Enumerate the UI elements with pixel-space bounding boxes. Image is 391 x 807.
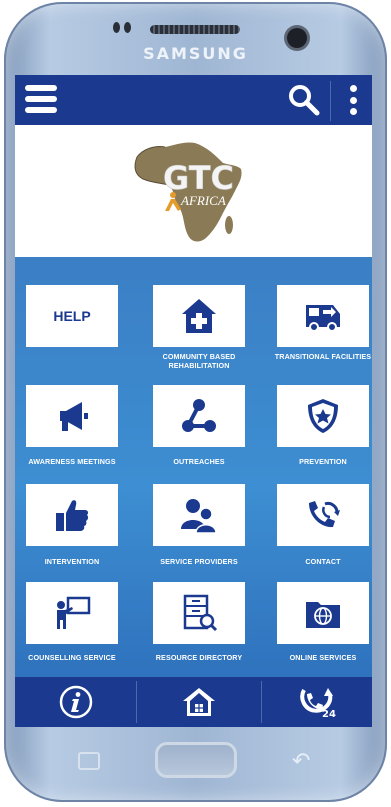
- speaker-grille: [150, 25, 240, 34]
- toolbar-divider: [330, 81, 331, 121]
- support-badge: 24: [322, 709, 336, 720]
- share-nodes-icon: [182, 399, 216, 432]
- medical-house-icon: [182, 299, 216, 333]
- sensor-dots: [113, 22, 131, 34]
- contact-label: CONTACT: [305, 557, 341, 566]
- bottom-navigation: 24: [15, 677, 372, 727]
- support-button[interactable]: 24: [262, 677, 372, 727]
- menu-grid: HELP COMMUNITY BASED REHABILITATION TRAN…: [15, 257, 372, 677]
- people-icon: [181, 499, 217, 534]
- device-brand: SAMSUNG: [143, 44, 248, 63]
- counselling-service-label: COUNSELLING SERVICE: [28, 653, 116, 662]
- outreaches-tile[interactable]: [153, 385, 245, 447]
- contact-tile[interactable]: [277, 484, 369, 546]
- logo-text-main: GTC: [163, 159, 234, 197]
- help-label: HELP: [53, 308, 91, 324]
- prevention-label: PREVENTION: [299, 457, 347, 466]
- awareness-meetings-label: AWARENESS MEETINGS: [28, 457, 116, 466]
- service-providers-label: SERVICE PROVIDERS: [160, 557, 238, 566]
- megaphone-icon: [60, 402, 88, 431]
- help-tile[interactable]: HELP: [26, 285, 118, 347]
- online-services-tile[interactable]: [277, 582, 369, 644]
- awareness-meetings-tile[interactable]: [26, 385, 118, 447]
- logo-text-sub: AFRICA: [180, 193, 226, 208]
- online-services-label: ONLINE SERVICES: [289, 653, 357, 662]
- transitional-facilities-label: TRANSITIONAL FACILITIES: [274, 352, 372, 361]
- logo-area: GTC AFRICA: [15, 125, 372, 257]
- van-icon: [306, 305, 340, 332]
- resource-directory-tile[interactable]: [153, 582, 245, 644]
- app-screen: GTC AFRICA HELP COMMUNITY BASED REHABILI…: [15, 75, 372, 727]
- community-rehab-tile[interactable]: [153, 285, 245, 347]
- search-icon[interactable]: [287, 83, 321, 117]
- phone-refresh-icon: [309, 501, 340, 528]
- home-icon: [183, 688, 215, 716]
- transitional-facilities-tile[interactable]: [277, 285, 369, 347]
- resource-directory-label: RESOURCE DIRECTORY: [155, 653, 243, 662]
- africa-logo: GTC AFRICA: [134, 142, 242, 242]
- service-providers-tile[interactable]: [153, 484, 245, 546]
- intervention-label: INTERVENTION: [44, 557, 100, 566]
- presenter-board-icon: [57, 596, 91, 629]
- recent-apps-key[interactable]: [78, 752, 100, 770]
- shield-star-icon: [308, 399, 338, 433]
- outreaches-label: OUTREACHES: [173, 457, 225, 466]
- globe-folder-icon: [306, 602, 340, 628]
- app-toolbar: [15, 75, 372, 125]
- community-rehab-label: COMMUNITY BASED REHABILITATION: [162, 352, 236, 370]
- info-button[interactable]: [15, 677, 136, 727]
- support-24-icon: 24: [300, 688, 336, 720]
- cabinet-search-icon: [183, 594, 218, 632]
- kebab-menu-icon[interactable]: [348, 85, 358, 115]
- hamburger-icon[interactable]: [25, 85, 57, 113]
- intervention-tile[interactable]: [26, 484, 118, 546]
- hardware-home-button[interactable]: [155, 742, 237, 778]
- thumbs-up-icon: [56, 500, 89, 531]
- counselling-service-tile[interactable]: [26, 582, 118, 644]
- info-icon: [59, 685, 92, 719]
- prevention-tile[interactable]: [277, 385, 369, 447]
- home-button[interactable]: [137, 677, 261, 727]
- back-key[interactable]: ↶: [292, 750, 322, 772]
